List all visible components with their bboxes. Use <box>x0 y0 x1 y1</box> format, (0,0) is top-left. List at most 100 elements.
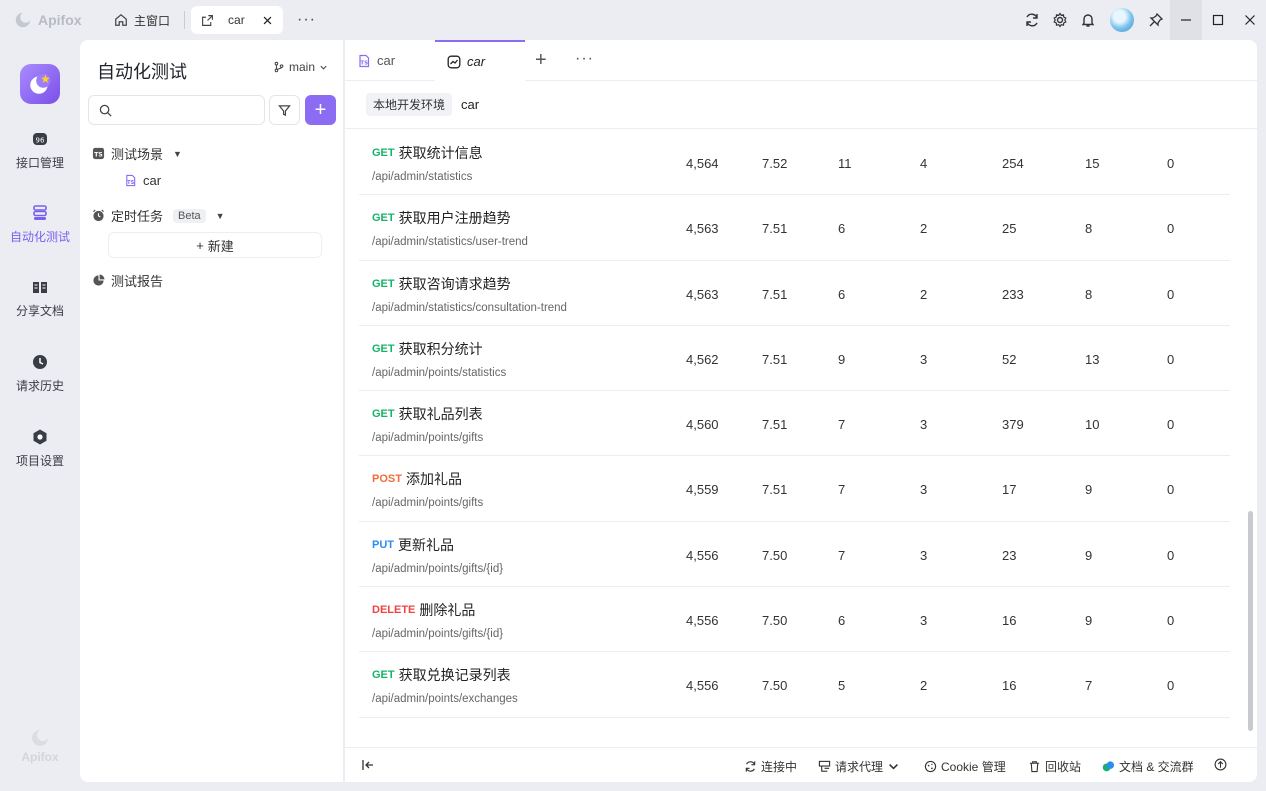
refresh-icon[interactable] <box>1018 6 1046 34</box>
search-box[interactable] <box>88 95 265 125</box>
minimize-button[interactable] <box>1170 0 1202 40</box>
rail-bottom-label: Apifox <box>21 750 59 764</box>
more-icon[interactable]: ··· <box>575 50 594 68</box>
table-row[interactable]: POST 添加礼品/api/admin/points/gifts 4,559 7.51… <box>359 456 1230 522</box>
user-avatar[interactable] <box>1110 8 1134 32</box>
alarm-clock-icon <box>92 209 105 222</box>
rail-label-api: 接口管理 <box>15 156 64 170</box>
metric-cell: 5 <box>838 678 846 694</box>
tree-scene-car[interactable]: TS car <box>124 173 161 188</box>
docs-community[interactable]: 文档 & 交流群 <box>1102 758 1194 775</box>
svg-text:TS: TS <box>127 180 134 186</box>
caret-down-icon[interactable]: ▼ <box>216 211 225 221</box>
table-row[interactable]: GET 获取咨询请求趋势/api/admin/statistics/consult… <box>359 261 1230 326</box>
table-row[interactable]: DELETE 删除礼品/api/admin/points/gifts/{id} 4,… <box>359 587 1230 653</box>
table-row[interactable]: GET 获取礼品列表/api/admin/points/gifts 4,560 7.5… <box>359 391 1230 457</box>
close-icon[interactable] <box>262 15 273 26</box>
new-label: 新建 <box>207 238 234 254</box>
tree-scheduled-tasks[interactable]: 定时任务 Beta ▼ <box>92 206 225 225</box>
proxy-icon <box>818 760 831 772</box>
metric-cell: 4,556 <box>686 613 719 629</box>
table-row[interactable]: GET 获取积分统计/api/admin/points/statistics 4,5… <box>359 326 1230 392</box>
tab-scene-car[interactable]: TS car <box>345 40 435 81</box>
connection-status[interactable]: 连接中 <box>744 758 797 775</box>
metric-cell: 7 <box>838 547 846 563</box>
bell-icon[interactable] <box>1074 6 1102 34</box>
rail-item-api-management[interactable]: 96 接口管理 <box>0 130 80 171</box>
api-path: /api/admin/points/gifts <box>372 432 484 445</box>
metric-cell: 7.51 <box>762 417 788 433</box>
cookie-icon <box>924 760 937 773</box>
branch-selector[interactable]: main <box>273 60 328 74</box>
caret-down-icon[interactable]: ▼ <box>173 149 182 159</box>
request-proxy-menu[interactable]: 请求代理 <box>818 758 900 775</box>
http-method-badge: POST <box>372 473 402 486</box>
connection-label: 连接中 <box>761 760 798 774</box>
metric-cell: 9 <box>1085 547 1093 563</box>
api-name: PUT 更新礼品 <box>372 535 454 555</box>
rail-item-history[interactable]: 请求历史 <box>0 353 80 394</box>
tab-label: car <box>377 53 396 68</box>
table-row[interactable]: GET 获取兑换记录列表/api/admin/points/exchanges 4,… <box>359 652 1230 718</box>
metric-cell: 6 <box>838 613 846 629</box>
metric-cell: 23 <box>1002 547 1017 563</box>
metric-cell: 3 <box>920 482 928 498</box>
window-tab-car[interactable]: car <box>191 6 284 34</box>
table-row[interactable]: GET 获取用户注册趋势/api/admin/statistics/user-tr… <box>359 195 1230 261</box>
main-window-label: 主窗口 <box>134 13 171 28</box>
tree-test-reports[interactable]: 测试报告 <box>92 271 163 290</box>
main-window-tab[interactable]: 主窗口 <box>104 6 180 34</box>
maximize-button[interactable] <box>1202 0 1234 40</box>
table-row[interactable]: GET 获取统计信息/api/admin/statistics 4,564 7.52 1… <box>359 130 1230 196</box>
table-row[interactable]: PUT 更新礼品/api/admin/points/gifts/{id} 4,556… <box>359 522 1230 588</box>
api-icon: 96 <box>33 133 47 145</box>
search-input[interactable] <box>118 103 258 117</box>
http-method-badge: GET <box>372 147 395 159</box>
add-tab-button[interactable]: + <box>535 49 547 72</box>
settings-gear-icon[interactable] <box>1046 6 1074 34</box>
environment-tag[interactable]: 本地开发环境 <box>366 93 453 116</box>
tab-separator <box>184 11 186 29</box>
api-title: 更新礼品 <box>398 536 454 553</box>
project-logo[interactable] <box>20 64 60 104</box>
metric-cell: 0 <box>1167 482 1175 498</box>
environment-bar: 本地开发环境 car <box>345 81 1257 129</box>
proxy-label: 请求代理 <box>835 760 884 774</box>
window-tab-label: car <box>228 13 245 27</box>
scene-file-icon: TS <box>126 174 136 187</box>
add-button[interactable]: + <box>305 95 336 125</box>
metric-cell: 9 <box>838 351 846 367</box>
filter-button[interactable] <box>269 95 300 125</box>
metric-cell: 25 <box>1002 221 1017 237</box>
upgrade-button[interactable] <box>1214 758 1227 771</box>
api-name: POST 添加礼品 <box>372 469 462 489</box>
more-icon[interactable]: ··· <box>297 11 316 29</box>
cookie-label: Cookie 管理 <box>941 760 1006 774</box>
window-close-button[interactable] <box>1234 0 1266 40</box>
api-name: GET 获取咨询请求趋势 <box>372 274 511 294</box>
rail-bottom-brand: Apifox <box>0 728 80 764</box>
rail-item-auto-test[interactable]: 自动化测试 <box>0 204 80 245</box>
metric-cell: 3 <box>920 351 928 367</box>
tab-report-car[interactable]: car <box>435 40 525 81</box>
new-scheduled-task-button[interactable]: + 新建 <box>108 232 322 258</box>
clock-icon <box>33 355 47 369</box>
pin-icon[interactable] <box>1142 6 1170 34</box>
metric-cell: 7.52 <box>762 156 788 171</box>
tree-label-scenes: 测试场景 <box>111 147 164 162</box>
metric-cell: 4,560 <box>686 417 719 433</box>
api-title: 添加礼品 <box>405 471 462 488</box>
collapse-sidebar-icon[interactable] <box>361 758 375 772</box>
rail-item-share-docs[interactable]: 分享文档 <box>0 278 80 319</box>
scenario-panel: 自动化测试 main + TS 测试场景 ▼ TS car 定时任务 Beta … <box>80 40 344 782</box>
metric-cell: 4,563 <box>686 221 719 237</box>
metric-cell: 0 <box>1167 678 1175 694</box>
svg-text:96: 96 <box>36 137 45 145</box>
report-chart-icon <box>447 55 461 68</box>
recycle-bin[interactable]: 回收站 <box>1028 758 1081 775</box>
rail-item-project-settings[interactable]: 项目设置 <box>0 428 80 469</box>
tree-test-scenes[interactable]: TS 测试场景 ▼ <box>92 144 182 163</box>
cookie-manager[interactable]: Cookie 管理 <box>924 758 1006 775</box>
scrollbar-thumb[interactable] <box>1248 511 1253 731</box>
trash-icon <box>1029 761 1040 773</box>
